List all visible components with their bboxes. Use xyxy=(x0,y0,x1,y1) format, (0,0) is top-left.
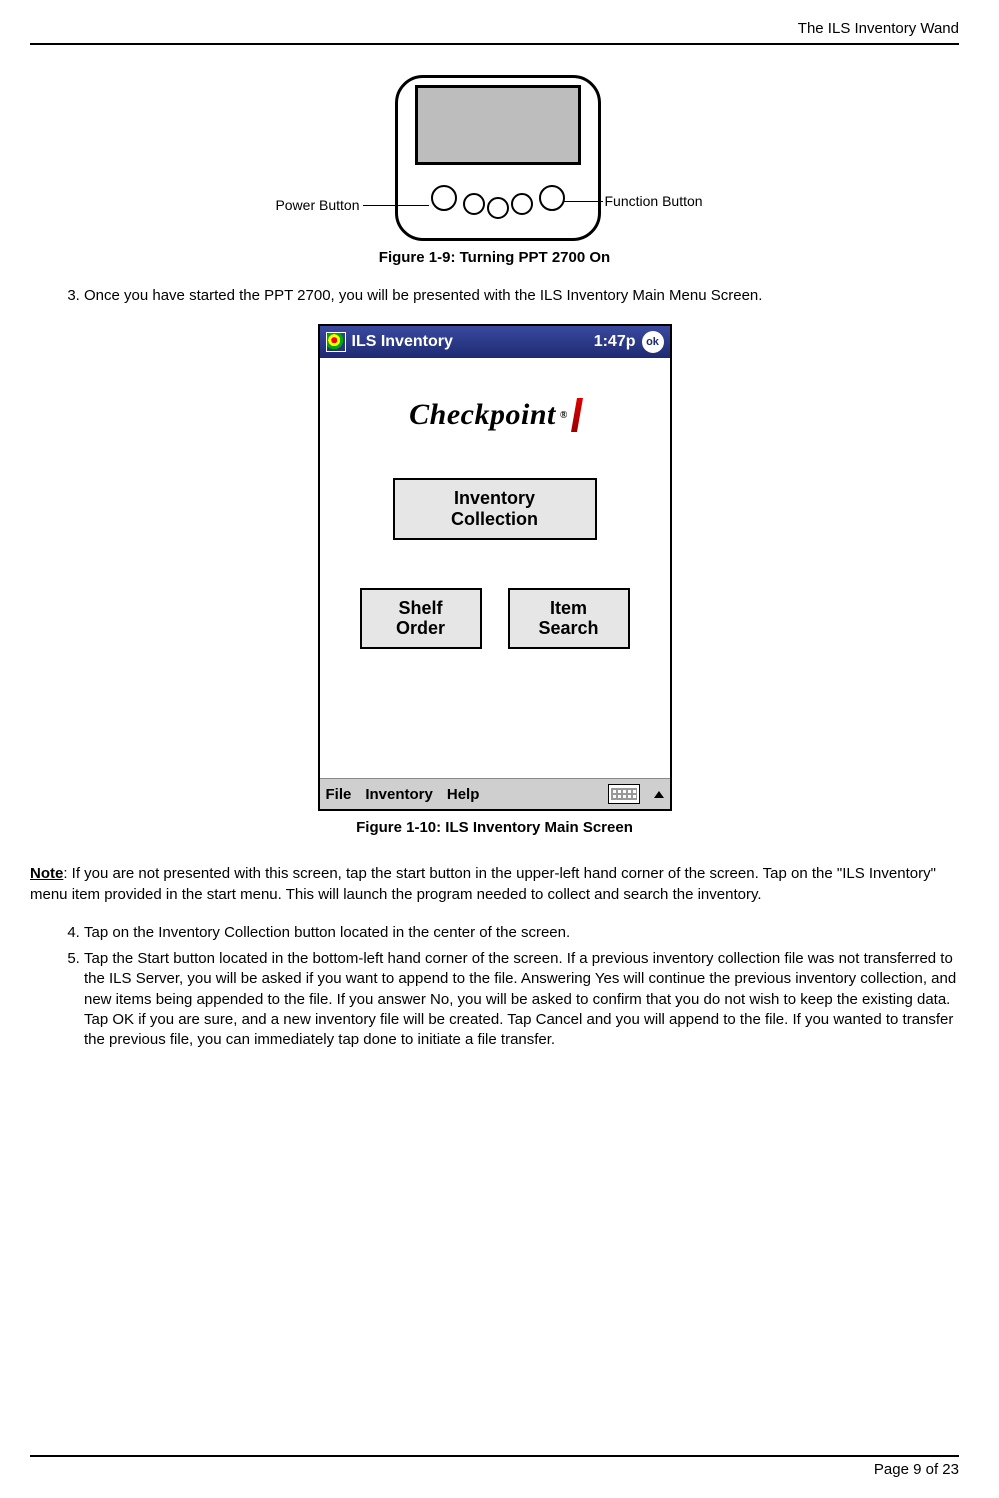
note-text: : If you are not presented with this scr… xyxy=(30,865,936,902)
step-5: Tap the Start button located in the bott… xyxy=(84,949,959,1050)
page: The ILS Inventory Wand Power Button Func… xyxy=(0,0,999,1498)
note-label: Note xyxy=(30,865,63,882)
figure-1-10-caption: Figure 1-10: ILS Inventory Main Screen xyxy=(356,819,633,836)
up-caret-icon[interactable] xyxy=(654,791,664,798)
button-label-line: Inventory xyxy=(395,488,595,509)
step-3: Once you have started the PPT 2700, you … xyxy=(84,286,959,306)
callout-function-button: Function Button xyxy=(605,193,735,209)
start-icon[interactable] xyxy=(326,332,346,352)
power-button-icon xyxy=(431,185,457,211)
button-label-line: Search xyxy=(510,618,628,639)
app-title: ILS Inventory xyxy=(352,333,588,351)
steps-list-b: Tap on the Inventory Collection button l… xyxy=(30,923,959,1051)
item-search-button[interactable]: Item Search xyxy=(508,588,630,649)
ils-inventory-screenshot: ILS Inventory 1:47p ok Checkpoint® Inven… xyxy=(30,324,959,856)
pda-titlebar: ILS Inventory 1:47p ok xyxy=(320,326,670,358)
running-header: The ILS Inventory Wand xyxy=(30,20,959,43)
checkpoint-logo: Checkpoint® xyxy=(409,398,580,432)
pda-body: Checkpoint® Inventory Collection Shelf O… xyxy=(320,358,670,778)
menu-inventory[interactable]: Inventory xyxy=(365,786,433,803)
device-figure: Power Button Function Button xyxy=(30,75,959,235)
device-button-icon xyxy=(463,193,485,215)
ok-button[interactable]: ok xyxy=(642,331,664,353)
menu-file[interactable]: File xyxy=(326,786,352,803)
pda-menubar: File Inventory Help xyxy=(320,778,670,809)
device-button-icon xyxy=(487,197,509,219)
note-paragraph: Note: If you are not presented with this… xyxy=(30,864,959,905)
button-label-line: Shelf xyxy=(362,598,480,619)
step-4: Tap on the Inventory Collection button l… xyxy=(84,923,959,943)
page-number: Page 9 of 23 xyxy=(30,1457,959,1478)
pda-window: ILS Inventory 1:47p ok Checkpoint® Inven… xyxy=(318,324,672,811)
menu-help[interactable]: Help xyxy=(447,786,480,803)
button-label-line: Order xyxy=(362,618,480,639)
shelf-order-button[interactable]: Shelf Order xyxy=(360,588,482,649)
keyboard-icon[interactable] xyxy=(608,784,640,804)
inventory-collection-button[interactable]: Inventory Collection xyxy=(393,478,597,539)
titlebar-time: 1:47p xyxy=(594,333,636,351)
steps-list-a: Once you have started the PPT 2700, you … xyxy=(30,286,959,306)
button-label-line: Collection xyxy=(395,509,595,530)
function-button-icon xyxy=(539,185,565,211)
figure-1-9-caption: Figure 1-9: Turning PPT 2700 On xyxy=(30,249,959,266)
button-label-line: Item xyxy=(510,598,628,619)
callout-power-button: Power Button xyxy=(255,197,360,213)
ppt2700-device-illustration: Power Button Function Button xyxy=(255,75,735,235)
device-button-icon xyxy=(511,193,533,215)
content-area: Power Button Function Button Figure 1-9:… xyxy=(30,45,959,1050)
page-footer: Page 9 of 23 xyxy=(30,1455,959,1478)
